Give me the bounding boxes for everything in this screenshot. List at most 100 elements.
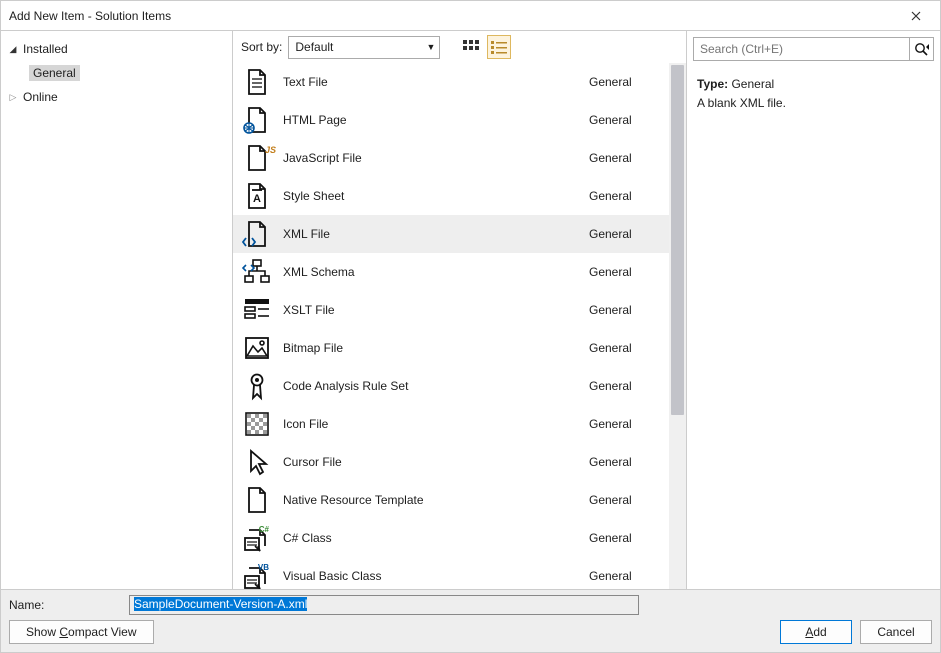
template-category: General — [589, 151, 659, 165]
template-item[interactable]: XSLT FileGeneral — [233, 291, 669, 329]
template-category: General — [589, 189, 659, 203]
close-icon — [911, 11, 921, 21]
template-name: HTML Page — [283, 113, 589, 127]
list-icon — [491, 40, 507, 54]
type-label: Type: — [697, 77, 728, 91]
text-file-icon — [243, 68, 271, 96]
scrollbar-thumb[interactable] — [671, 65, 684, 415]
css-icon: A — [243, 182, 271, 210]
close-button[interactable] — [900, 2, 932, 30]
template-item[interactable]: HTML PageGeneral — [233, 101, 669, 139]
csharp-icon: C# — [243, 524, 271, 552]
tree-item-label: Online — [19, 90, 58, 104]
template-name: Style Sheet — [283, 189, 589, 203]
name-input[interactable]: SampleDocument-Version-A.xml — [129, 595, 639, 615]
template-item[interactable]: Code Analysis Rule SetGeneral — [233, 367, 669, 405]
native-icon — [243, 486, 271, 514]
add-button[interactable]: Add — [780, 620, 852, 644]
template-name: Code Analysis Rule Set — [283, 379, 589, 393]
xml-icon — [243, 220, 271, 248]
template-category: General — [589, 569, 659, 583]
template-name: Bitmap File — [283, 341, 589, 355]
search-button[interactable] — [909, 38, 933, 60]
schema-icon — [243, 258, 271, 286]
template-name: XML Schema — [283, 265, 589, 279]
search-box — [693, 37, 934, 61]
title-bar: Add New Item - Solution Items — [1, 1, 940, 31]
sort-by-value: Default — [295, 40, 333, 54]
grid-view-button[interactable] — [460, 36, 482, 58]
template-name: Icon File — [283, 417, 589, 431]
template-item[interactable]: VB Visual Basic ClassGeneral — [233, 557, 669, 589]
template-name: Cursor File — [283, 455, 589, 469]
template-category: General — [589, 227, 659, 241]
template-list[interactable]: Text FileGeneralHTML PageGeneralJSJavaSc… — [233, 63, 669, 589]
template-category: General — [589, 379, 659, 393]
vb-icon: VB — [243, 562, 271, 589]
tree-item-online[interactable]: ▷ Online — [1, 85, 232, 109]
template-item[interactable]: Text FileGeneral — [233, 63, 669, 101]
window-title: Add New Item - Solution Items — [9, 9, 900, 23]
tree-item-installed[interactable]: ◢ Installed — [1, 37, 232, 61]
svg-text:A: A — [253, 193, 261, 205]
footer: Name: SampleDocument-Version-A.xml Show … — [1, 589, 940, 652]
template-info: Type: General A blank XML file. — [687, 67, 940, 121]
category-tree: ◢ Installed General ▷ Online — [1, 31, 233, 589]
template-name: Visual Basic Class — [283, 569, 589, 583]
template-item[interactable]: Icon FileGeneral — [233, 405, 669, 443]
template-item[interactable]: Bitmap FileGeneral — [233, 329, 669, 367]
template-description: A blank XML file. — [697, 94, 930, 113]
template-category: General — [589, 265, 659, 279]
search-input[interactable] — [694, 38, 909, 60]
cancel-button[interactable]: Cancel — [860, 620, 932, 644]
template-category: General — [589, 455, 659, 469]
chevron-right-icon: ▷ — [7, 92, 19, 103]
template-category: General — [589, 113, 659, 127]
tree-item-label: General — [29, 65, 80, 81]
xslt-icon — [243, 296, 271, 324]
iconfile-icon — [243, 410, 271, 438]
template-name: JavaScript File — [283, 151, 589, 165]
compact-view-button[interactable]: Show Compact View — [9, 620, 154, 644]
sort-by-select[interactable]: Default ▼ — [288, 36, 440, 59]
js-icon: JS — [243, 144, 271, 172]
list-view-button[interactable] — [488, 36, 510, 58]
template-category: General — [589, 75, 659, 89]
svg-text:VB: VB — [258, 563, 269, 572]
sort-by-label: Sort by: — [241, 40, 282, 54]
name-label: Name: — [9, 598, 129, 612]
scrollbar[interactable] — [669, 63, 686, 589]
template-item[interactable]: XML SchemaGeneral — [233, 253, 669, 291]
template-name: Text File — [283, 75, 589, 89]
html-icon — [243, 106, 271, 134]
template-category: General — [589, 341, 659, 355]
ruleset-icon — [243, 372, 271, 400]
template-item[interactable]: A Style SheetGeneral — [233, 177, 669, 215]
type-value: General — [731, 77, 774, 91]
tree-item-general[interactable]: General — [1, 61, 232, 85]
template-item[interactable]: Cursor FileGeneral — [233, 443, 669, 481]
cursor-icon — [243, 448, 271, 476]
template-item[interactable]: Native Resource TemplateGeneral — [233, 481, 669, 519]
details-panel: Type: General A blank XML file. — [687, 31, 940, 589]
template-category: General — [589, 417, 659, 431]
template-name: Native Resource Template — [283, 493, 589, 507]
grid-icon — [463, 40, 479, 54]
bitmap-icon — [243, 334, 271, 362]
template-name: XML File — [283, 227, 589, 241]
template-panel: Sort by: Default ▼ Text File — [233, 31, 687, 589]
template-name: C# Class — [283, 531, 589, 545]
template-item[interactable]: JS JavaScript FileGeneral — [233, 139, 669, 177]
toolbar: Sort by: Default ▼ — [233, 31, 686, 63]
tree-item-label: Installed — [19, 42, 68, 56]
template-category: General — [589, 303, 659, 317]
chevron-down-icon: ◢ — [7, 44, 19, 55]
template-item[interactable]: C# C# ClassGeneral — [233, 519, 669, 557]
template-item[interactable]: XML FileGeneral — [233, 215, 669, 253]
svg-text:JS: JS — [265, 145, 276, 155]
chevron-down-icon: ▼ — [426, 42, 435, 52]
template-category: General — [589, 531, 659, 545]
svg-text:C#: C# — [259, 525, 270, 534]
template-category: General — [589, 493, 659, 507]
template-name: XSLT File — [283, 303, 589, 317]
